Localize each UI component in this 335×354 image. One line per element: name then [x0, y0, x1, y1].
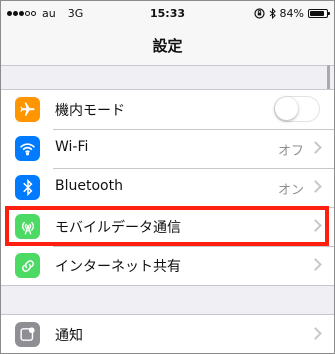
- battery-percentage: 84%: [279, 7, 304, 20]
- status-bar: au 3G 15:33 84%: [1, 1, 334, 27]
- airplane-icon: [15, 97, 40, 122]
- navigation-bar: 設定: [1, 27, 334, 66]
- chevron-right-icon: [309, 180, 322, 193]
- row-label: 機内モード: [55, 103, 125, 119]
- settings-group-connectivity: 機内モード Wi-Fi オフ Bluetooth オン モバイルデータ通信 イン…: [1, 89, 334, 286]
- row-label: 通知: [55, 328, 83, 344]
- bluetooth-status-icon: [269, 8, 276, 19]
- settings-row-notifications[interactable]: 通知: [1, 315, 334, 353]
- settings-row-airplane-mode[interactable]: 機内モード: [1, 90, 334, 129]
- chevron-right-icon: [309, 141, 322, 154]
- rotation-lock-icon: [253, 8, 265, 19]
- row-label: Bluetooth: [55, 178, 123, 194]
- settings-row-bluetooth[interactable]: Bluetooth オン: [1, 168, 334, 207]
- page-title: 設定: [152, 37, 183, 55]
- row-label: Wi-Fi: [55, 139, 89, 155]
- chevron-right-icon: [309, 258, 322, 271]
- settings-row-personal-hotspot[interactable]: インターネット共有: [1, 246, 334, 285]
- chevron-right-icon: [309, 327, 322, 340]
- status-right: 84%: [253, 7, 330, 20]
- chevron-right-icon: [309, 219, 322, 232]
- settings-row-wifi[interactable]: Wi-Fi オフ: [1, 129, 334, 168]
- bluetooth-icon: [15, 175, 40, 200]
- airplane-mode-toggle[interactable]: [274, 96, 320, 122]
- screen: au 3G 15:33 84% 設定 機内モード Wi-Fi オフ Blueto…: [0, 0, 335, 354]
- notification-icon: [15, 322, 40, 347]
- link-icon: [15, 253, 40, 278]
- wifi-icon: [15, 136, 40, 161]
- wifi-status-value: オフ: [277, 144, 304, 159]
- settings-group-notifications: 通知: [1, 314, 334, 353]
- row-label: インターネット共有: [55, 259, 181, 275]
- battery-icon: [308, 9, 330, 18]
- bluetooth-status-value: オン: [277, 183, 304, 198]
- row-label: モバイルデータ通信: [55, 220, 181, 236]
- settings-row-mobile-data[interactable]: モバイルデータ通信: [1, 207, 334, 246]
- antenna-icon: [15, 214, 40, 239]
